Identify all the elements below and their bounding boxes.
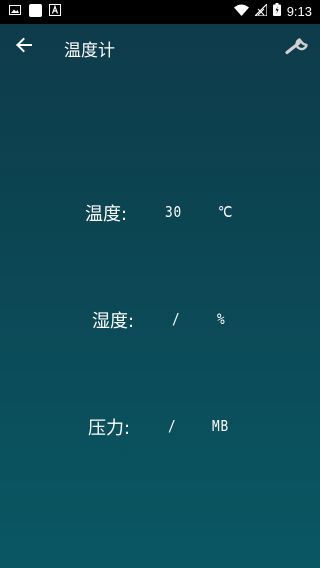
battery-icon [272,3,281,19]
pressure-unit: MB [212,417,230,435]
temperature-value: 30 [165,203,183,221]
wifi-icon [233,4,249,19]
wrench-icon [285,35,311,59]
app-bar: 温度计 [0,24,320,70]
arrow-left-icon [15,36,33,58]
image-icon [8,3,22,17]
humidity-label: 湿度: [92,311,135,332]
system-icons: 9:13 [233,2,312,19]
a-icon [48,3,62,17]
square-icon [28,3,42,17]
clock: 9:13 [286,3,312,19]
signal-icon [253,2,268,19]
humidity-unit: % [217,310,226,328]
pressure-label: 压力: [88,418,131,439]
temperature-unit: ℃ [218,203,234,221]
temperature-label: 温度: [85,204,128,225]
pressure-value: / [168,417,177,435]
humidity-value: / [172,310,181,328]
page-title: 温度计 [64,41,115,61]
notification-icons [8,3,62,17]
back-button[interactable] [10,33,38,61]
status-bar: 9:13 [0,0,320,24]
settings-button[interactable] [284,33,312,61]
